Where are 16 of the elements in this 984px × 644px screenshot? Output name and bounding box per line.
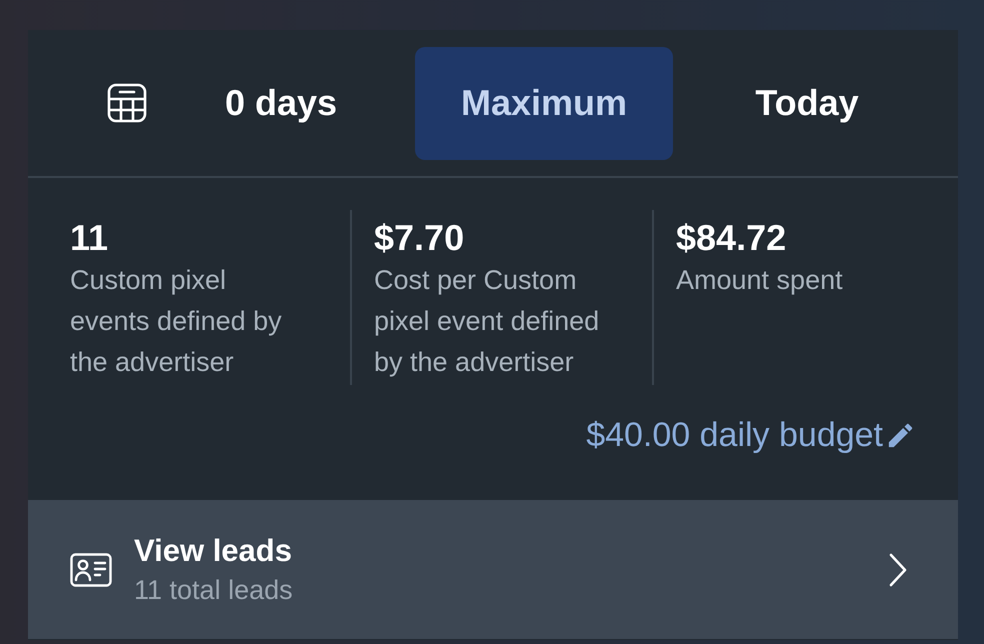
- period-tab[interactable]: Maximum: [415, 46, 673, 160]
- period-tab[interactable]: 0 days: [152, 46, 410, 160]
- metric-label: Cost per Custom pixel event defined by the advertiser: [374, 264, 600, 379]
- chevron-right-icon: [888, 552, 908, 588]
- metric-value: $84.72: [676, 216, 786, 260]
- metric-label: Custom pixel events defined by the advertiser: [70, 264, 283, 379]
- metric-label: Amount spent: [676, 264, 843, 297]
- metric-value: $7.70: [374, 216, 464, 260]
- table-icon[interactable]: [107, 83, 147, 123]
- daily-budget-link[interactable]: $40.00 daily budget: [586, 415, 916, 455]
- row-subtitle: 11 total leads: [134, 574, 293, 606]
- period-tab[interactable]: Today: [678, 46, 936, 160]
- view-leads-row[interactable]: View leads 11 total leads: [28, 500, 958, 639]
- row-title: View leads: [134, 532, 292, 570]
- contact-card-icon: [70, 552, 112, 586]
- metric-value: 11: [70, 216, 108, 260]
